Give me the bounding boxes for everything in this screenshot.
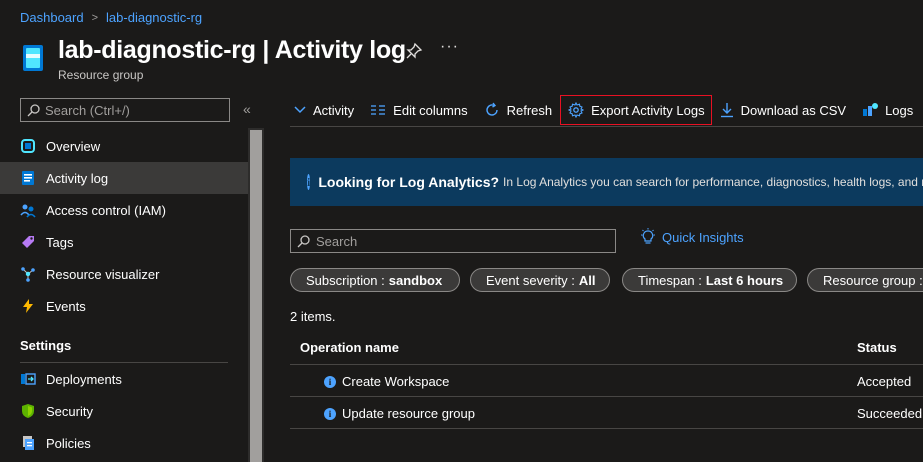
download-csv-button[interactable]: Download as CSV	[712, 96, 855, 124]
more-options-icon[interactable]: ···	[440, 38, 459, 56]
page-title: lab-diagnostic-rg | Activity log	[58, 36, 406, 64]
refresh-button[interactable]: Refresh	[476, 96, 561, 124]
sidebar-item-label: Policies	[46, 435, 91, 451]
sidebar-item-resource-visualizer[interactable]: Resource visualizer	[0, 258, 248, 290]
column-header-operation[interactable]: Operation name	[300, 340, 399, 355]
logs-label: Logs	[885, 102, 914, 118]
filter-event-severity[interactable]: Event severity : All	[470, 268, 610, 292]
banner-title: Looking for Log Analytics?	[318, 174, 500, 190]
sidebar-item-label: Resource visualizer	[46, 266, 160, 282]
lightning-icon	[20, 298, 36, 314]
filter-key: Event severity :	[486, 272, 575, 288]
download-icon	[720, 103, 733, 118]
resource-group-icon	[23, 45, 43, 71]
sidebar-section-settings: Settings	[20, 338, 72, 353]
columns-icon	[371, 105, 386, 115]
header-divider	[290, 364, 923, 365]
overview-icon	[20, 138, 36, 154]
refresh-icon	[485, 102, 498, 116]
chevron-down-icon	[294, 106, 306, 114]
people-icon	[20, 202, 36, 218]
row-status: Succeeded	[857, 406, 923, 421]
row-divider	[290, 428, 923, 429]
filter-key: Timespan :	[638, 272, 702, 288]
toolbar-divider	[290, 126, 923, 127]
export-activity-logs-button[interactable]: Export Activity Logs	[560, 95, 712, 125]
export-label: Export Activity Logs	[591, 102, 705, 118]
breadcrumb-current-link[interactable]: lab-diagnostic-rg	[106, 10, 202, 25]
sidebar-item-label: Events	[46, 298, 86, 314]
sidebar-item-label: Deployments	[46, 371, 122, 387]
sidebar-item-events[interactable]: Events	[0, 290, 248, 322]
shield-icon	[20, 403, 36, 419]
filter-subscription[interactable]: Subscription : sandbox	[290, 268, 460, 292]
log-analytics-banner[interactable]: i Looking for Log Analytics? In Log Anal…	[290, 158, 923, 206]
sidebar-search-input[interactable]: Search (Ctrl+/)	[20, 98, 230, 122]
info-icon: i	[324, 407, 336, 420]
logs-button[interactable]: Logs	[854, 96, 921, 124]
row-status: Accepted	[857, 374, 912, 389]
collapse-sidebar-icon[interactable]: «	[243, 101, 251, 117]
item-count: 2 items.	[290, 309, 336, 324]
sidebar-item-overview[interactable]: Overview	[0, 130, 248, 162]
activity-label: Activity	[313, 102, 355, 118]
filter-value: All	[578, 272, 596, 288]
sidebar-item-label: Activity log	[46, 170, 109, 186]
filter-value: sandbox	[388, 272, 443, 288]
quick-insights-label: Quick Insights	[662, 229, 744, 245]
lightbulb-icon	[641, 228, 655, 244]
sidebar-item-label: Security	[46, 403, 93, 419]
quick-insights-link[interactable]: Quick Insights	[640, 228, 744, 246]
banner-text: In Log Analytics you can search for perf…	[503, 175, 923, 189]
pin-icon[interactable]	[405, 42, 423, 60]
info-icon: i	[307, 174, 311, 190]
sidebar-item-access-control[interactable]: Access control (IAM)	[0, 194, 248, 226]
breadcrumb-separator: >	[91, 11, 99, 24]
policies-icon	[20, 435, 36, 451]
logs-icon	[863, 103, 879, 116]
sidebar-search-placeholder: Search (Ctrl+/)	[45, 102, 130, 118]
edit-columns-button[interactable]: Edit columns	[362, 96, 475, 124]
activity-log-icon	[20, 170, 36, 186]
deployments-icon	[20, 371, 36, 387]
sidebar-item-label: Access control (IAM)	[46, 202, 166, 218]
filter-key: Subscription :	[306, 272, 385, 288]
breadcrumb: Dashboard > lab-diagnostic-rg	[20, 10, 202, 25]
filter-timespan[interactable]: Timespan : Last 6 hours	[622, 268, 797, 292]
gear-icon	[568, 102, 585, 118]
download-label: Download as CSV	[740, 102, 847, 118]
activity-button[interactable]: Activity	[290, 96, 362, 124]
edit-columns-label: Edit columns	[393, 102, 468, 118]
sidebar-item-activity-log[interactable]: Activity log	[0, 162, 248, 194]
table-row[interactable]: i Update resource group	[324, 406, 475, 421]
sidebar-item-security[interactable]: Security	[0, 395, 248, 427]
sidebar-item-label: Tags	[46, 234, 74, 250]
info-icon: i	[324, 375, 336, 388]
refresh-label: Refresh	[506, 102, 553, 118]
visualizer-icon	[20, 266, 36, 282]
filter-value: Last 6 hours	[705, 272, 784, 288]
sidebar-scrollbar-thumb[interactable]	[250, 130, 262, 462]
search-placeholder: Search	[316, 233, 358, 249]
table-row[interactable]: i Create Workspace	[324, 374, 449, 389]
filter-key: Resource group :	[823, 272, 923, 288]
tag-icon	[20, 234, 36, 250]
column-header-status[interactable]: Status	[857, 340, 897, 355]
sidebar-item-label: Overview	[46, 138, 101, 154]
command-bar: Activity Edit columns Refresh Export Act…	[290, 95, 921, 125]
search-icon	[297, 234, 310, 247]
search-input[interactable]: Search	[290, 229, 616, 253]
filter-resource-group[interactable]: Resource group :	[807, 268, 923, 292]
operation-name: Update resource group	[342, 406, 475, 421]
sidebar-item-deployments[interactable]: Deployments	[0, 363, 248, 395]
operation-name: Create Workspace	[342, 374, 450, 389]
breadcrumb-dashboard-link[interactable]: Dashboard	[20, 10, 84, 25]
page-subtitle: Resource group	[58, 68, 144, 82]
search-icon	[27, 103, 40, 116]
sidebar-item-tags[interactable]: Tags	[0, 226, 248, 258]
row-divider	[290, 396, 923, 397]
sidebar-item-policies[interactable]: Policies	[0, 427, 248, 459]
